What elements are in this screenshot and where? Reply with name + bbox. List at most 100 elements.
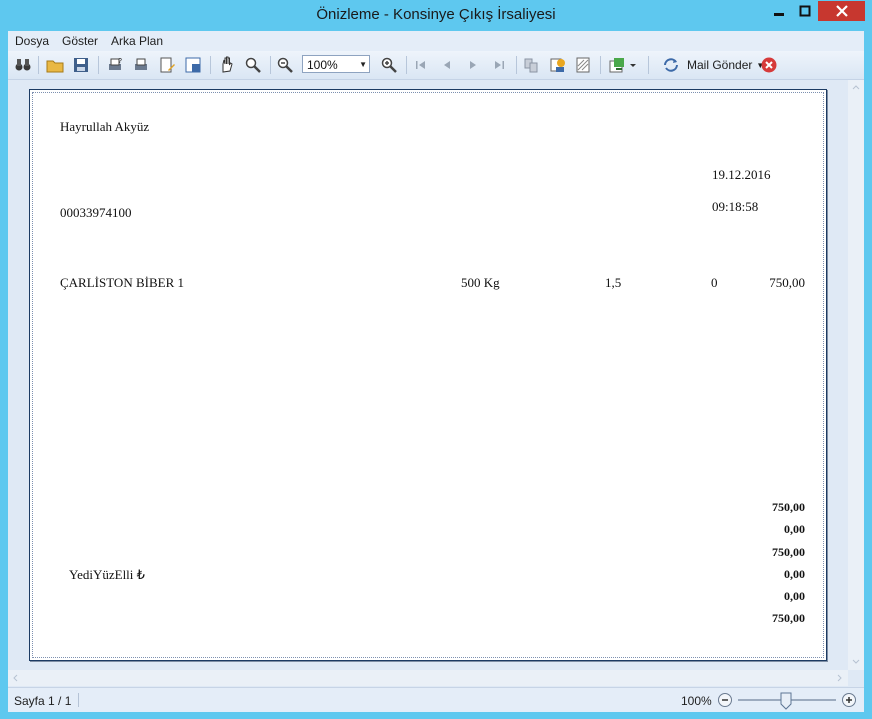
close-button[interactable] [818, 1, 865, 21]
minimize-button[interactable] [766, 1, 792, 21]
zoom-value: 100% [307, 58, 338, 72]
previous-page-icon [444, 61, 450, 69]
watermark-icon [576, 57, 590, 73]
paint-bucket-icon [550, 58, 565, 72]
first-page-button[interactable] [412, 56, 430, 74]
amount-in-words: YediYüzElli ₺ [69, 567, 145, 582]
save-button[interactable] [72, 56, 90, 74]
line-amount: 750,00 [769, 275, 805, 290]
total-gross: 750,00 [772, 500, 805, 514]
page-edit-icon [160, 57, 175, 73]
minimize-icon [774, 13, 784, 16]
total-subtotal: 750,00 [772, 545, 805, 559]
hand-tool-button[interactable] [218, 56, 236, 74]
line-discount: 0 [711, 275, 718, 290]
window-title: Önizleme - Konsinye Çıkış İrsaliyesi [316, 6, 556, 23]
document-page: Hayrullah Akyüz 19.12.2016 09:18:58 0003… [29, 89, 827, 661]
toolbar-separator [98, 56, 99, 74]
find-button[interactable] [14, 56, 32, 74]
close-preview-button[interactable] [760, 56, 778, 74]
multiple-pages-icon [524, 58, 538, 73]
total-grand: 750,00 [772, 611, 805, 625]
toolbar-separator [210, 56, 211, 74]
export-button[interactable] [608, 56, 626, 74]
total-discount: 0,00 [784, 522, 805, 536]
multiple-pages-button[interactable] [522, 56, 540, 74]
zoom-out-icon [277, 57, 293, 73]
preview-area[interactable]: Hayrullah Akyüz 19.12.2016 09:18:58 0003… [8, 80, 848, 670]
print-dialog-button[interactable]: ? [106, 56, 124, 74]
menu-arka-plan[interactable]: Arka Plan [111, 34, 163, 48]
hand-icon [222, 56, 233, 73]
scale-button[interactable] [184, 56, 202, 74]
customer-name: Hayrullah Akyüz [60, 119, 150, 134]
plus-circle-icon [842, 693, 856, 707]
zoom-out-button[interactable] [276, 56, 294, 74]
slider-thumb-icon [780, 692, 792, 710]
line-price: 1,5 [605, 275, 622, 290]
mail-send-button[interactable]: Mail Gönder ▼ [662, 56, 764, 74]
horizontal-scrollbar[interactable] [8, 670, 848, 686]
zoom-in-status-button[interactable] [841, 692, 857, 708]
title-bar[interactable]: Önizleme - Konsinye Çıkış İrsaliyesi [0, 0, 872, 32]
zoom-select[interactable]: 100% ▼ [302, 55, 370, 73]
magnifier-icon [245, 57, 261, 73]
menu-dosya[interactable]: Dosya [15, 34, 49, 48]
printer-icon [135, 58, 147, 70]
magnifier-button[interactable] [244, 56, 262, 74]
maximize-icon [799, 5, 811, 17]
first-page-icon [416, 61, 425, 69]
last-page-button[interactable] [490, 56, 508, 74]
toolbar-separator [516, 56, 517, 74]
zoom-in-button[interactable] [380, 56, 398, 74]
status-separator [78, 693, 79, 707]
page-margin-border [32, 92, 824, 658]
zoom-out-status-button[interactable] [717, 692, 733, 708]
toolbar-separator [406, 56, 407, 74]
document-date: 19.12.2016 [712, 167, 771, 182]
save-icon [74, 58, 88, 72]
next-page-button[interactable] [464, 56, 482, 74]
menu-bar: Dosya Göster Arka Plan [8, 31, 864, 51]
last-page-icon [495, 61, 504, 69]
previous-page-button[interactable] [438, 56, 456, 74]
mail-sync-icon [664, 58, 678, 72]
maximize-button[interactable] [792, 1, 818, 21]
minus-circle-icon [718, 693, 732, 707]
document-number: 00033974100 [60, 205, 132, 220]
preview-window: Önizleme - Konsinye Çıkış İrsaliyesi Dos… [0, 0, 872, 719]
mail-send-label: Mail Gönder [687, 58, 753, 72]
next-page-icon [470, 61, 476, 69]
vertical-scrollbar[interactable] [848, 80, 864, 670]
page-indicator: Sayfa 1 / 1 [14, 694, 72, 708]
background-color-button[interactable] [548, 56, 566, 74]
print-settings-icon: ? [109, 58, 122, 70]
chevron-down-icon: ▼ [359, 60, 367, 69]
line-quantity: 500 Kg [461, 275, 500, 290]
status-bar: Sayfa 1 / 1 100% [8, 687, 864, 712]
export-icon [609, 58, 624, 73]
open-button[interactable] [46, 56, 64, 74]
total-other: 0,00 [784, 589, 805, 603]
scroll-arrows-icon [13, 674, 842, 682]
toolbar-separator [648, 56, 649, 74]
resize-page-icon [185, 57, 201, 73]
export-dropdown-button[interactable] [628, 56, 638, 74]
toolbar-separator [38, 56, 39, 74]
zoom-level: 100% [681, 694, 712, 708]
print-button[interactable] [132, 56, 150, 74]
toolbar-separator [270, 56, 271, 74]
zoom-in-icon [381, 57, 397, 73]
total-vat: 0,00 [784, 567, 805, 581]
svg-text:?: ? [118, 58, 122, 65]
page-setup-button[interactable] [158, 56, 176, 74]
line-product: ÇARLİSTON BİBER 1 [60, 275, 184, 290]
toolbar: ? 100% ▼ Mail Gönder ▼ [8, 51, 864, 80]
document-time: 09:18:58 [712, 199, 759, 214]
toolbar-separator [600, 56, 601, 74]
zoom-slider-thumb[interactable] [780, 692, 792, 710]
menu-goster[interactable]: Göster [62, 34, 98, 48]
folder-open-icon [46, 60, 64, 73]
binoculars-icon [15, 59, 31, 71]
watermark-button[interactable] [574, 56, 592, 74]
